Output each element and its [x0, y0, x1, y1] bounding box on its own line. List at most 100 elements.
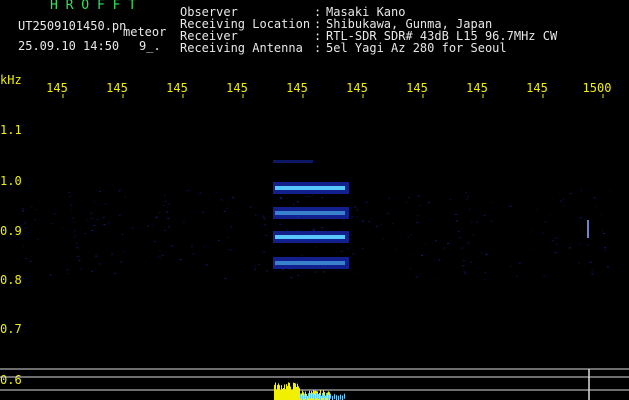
noise-speck: [548, 213, 551, 215]
noise-speck: [24, 258, 27, 260]
noise-speck: [475, 221, 478, 223]
noise-speck: [98, 263, 101, 265]
noise-speck: [79, 268, 82, 270]
level-bar: [275, 382, 276, 400]
noise-speck: [421, 255, 424, 257]
noise-speck: [171, 245, 174, 247]
noise-speck: [153, 240, 156, 242]
antenna-value: 5el Yagi Az 280 for Seoul: [326, 41, 507, 55]
noise-speck: [563, 205, 566, 207]
frequency-axis: 1.1 1.0 0.9 0.8 0.7 0.6: [0, 123, 22, 387]
file-name: UT2509101450.pn: [18, 19, 127, 33]
noise-speck: [146, 225, 149, 227]
noise-speck: [355, 209, 358, 211]
noise-speck: [467, 242, 470, 244]
noise-speck: [342, 219, 345, 221]
noise-speck: [352, 253, 355, 255]
time-tick-label: 145: [346, 81, 368, 95]
level-bar: [289, 382, 290, 400]
noise-speck: [483, 215, 486, 217]
noise-speck: [179, 258, 182, 260]
noise-speck: [322, 271, 325, 273]
level-bar: [317, 391, 318, 400]
noise-speck: [167, 203, 170, 205]
noise-speck: [24, 222, 27, 224]
noise-speck: [297, 274, 300, 276]
noise-speck: [415, 276, 418, 278]
level-bar: [311, 391, 312, 400]
noise-speck: [544, 221, 547, 223]
noise-speck: [388, 197, 391, 199]
noise-speck: [308, 195, 311, 197]
noise-speck: [604, 249, 607, 251]
noise-speck: [419, 273, 422, 275]
noise-speck: [315, 246, 318, 248]
noise-speck: [554, 237, 557, 239]
noise-speck: [266, 270, 269, 272]
counter-label: 9_.: [139, 39, 161, 53]
noise-speck: [100, 204, 103, 206]
freq-tick-label: 0.8: [0, 273, 22, 287]
freq-tick-label: 0.7: [0, 322, 22, 336]
noise-speck: [35, 209, 38, 211]
noise-speck: [120, 261, 123, 263]
level-bar-cyan: [340, 394, 341, 400]
noise-speck: [465, 192, 468, 194]
noise-speck: [560, 200, 563, 202]
noise-speck: [118, 190, 121, 192]
noise-speck: [347, 248, 350, 250]
time-axis: 145 145 145 145 145 145 145 145 145 1500: [46, 81, 611, 98]
noise-speck: [484, 279, 487, 281]
noise-speck: [409, 268, 412, 270]
noise-speck: [601, 230, 604, 232]
noise-speck: [417, 195, 420, 197]
noise-speck: [416, 215, 419, 217]
unit-label: kHz: [0, 73, 22, 87]
noise-speck: [340, 250, 343, 252]
level-bar: [303, 392, 304, 400]
noise-speck: [462, 260, 465, 262]
noise-speck: [163, 194, 166, 196]
level-bar-cyan: [338, 395, 339, 400]
noise-speck: [435, 240, 438, 242]
level-bar: [290, 386, 291, 400]
noise-speck: [226, 236, 229, 238]
level-bar: [321, 395, 322, 400]
noise-speck: [510, 265, 513, 267]
noise-speck: [535, 209, 538, 211]
noise-speck: [53, 213, 56, 215]
level-bar: [277, 384, 278, 400]
noise-speck: [205, 264, 208, 266]
level-bar-cyan: [320, 395, 321, 400]
noise-speck: [425, 243, 428, 245]
noise-speck: [587, 244, 590, 246]
noise-speck: [163, 229, 166, 231]
level-bar: [299, 388, 300, 400]
noise-speck: [356, 272, 359, 274]
noise-speck: [595, 205, 598, 207]
meteor-echo: [273, 160, 589, 269]
noise-speck: [253, 265, 256, 267]
noise-speck: [433, 258, 436, 260]
noise-speck: [166, 211, 169, 213]
noise-speck: [579, 243, 582, 245]
level-bar: [274, 384, 275, 400]
noise-speck: [320, 227, 323, 229]
level-bar-cyan: [342, 395, 343, 400]
level-bar: [325, 395, 326, 400]
noise-speck: [311, 194, 314, 196]
noise-speck: [569, 193, 572, 195]
noise-speck: [555, 243, 558, 245]
level-bar: [301, 393, 302, 400]
level-bar: [297, 383, 298, 400]
spectrogram-canvas: 145 145 145 145 145 145 145 145 145 1500 1.1 1.0 0.…: [0, 81, 629, 400]
time-tick-label: 145: [526, 81, 548, 95]
noise-speck: [158, 250, 161, 252]
noise-speck: [77, 255, 80, 257]
noise-speck: [190, 245, 193, 247]
noise-speck: [72, 221, 75, 223]
level-bar: [293, 382, 294, 400]
level-bar-cyan: [312, 393, 313, 399]
noise-speck: [470, 261, 473, 263]
noise-speck: [285, 229, 288, 231]
